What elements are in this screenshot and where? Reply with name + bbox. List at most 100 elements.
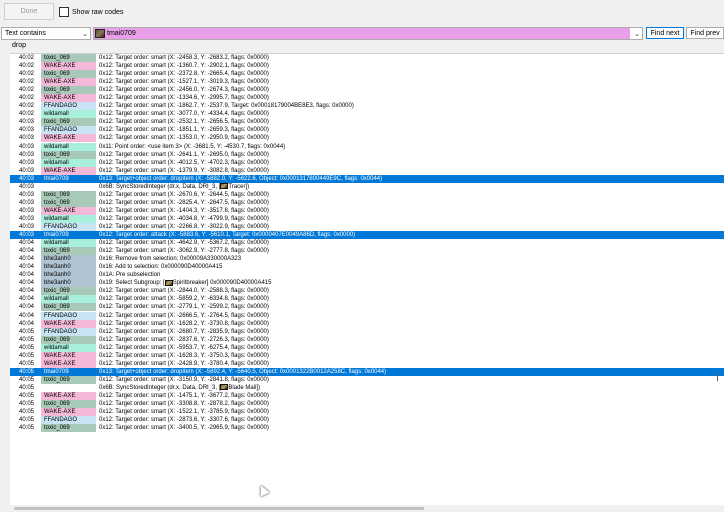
filter-mode-select[interactable]: Text contains ⌄ xyxy=(1,27,91,40)
log-row[interactable]: 40:03 WAKE-AXE 0x12: Target order: smart (… xyxy=(10,134,724,143)
log-row[interactable]: 40:03 toxic_069 0x12: Target order: smart … xyxy=(10,198,724,207)
log-row[interactable]: 40:04 bhe3anh0 0x16: Add to selection: 0x0… xyxy=(10,263,724,272)
log-row[interactable]: 40:05 toxic_069 0x12: Target order: smart … xyxy=(10,335,724,344)
log-row[interactable]: 40:03 tmai0709 0x12: Target order: attack … xyxy=(10,231,724,240)
search-input[interactable]: tmai0709 ⌄ xyxy=(93,27,643,40)
log-row[interactable]: 40:04 toxic_069 0x12: Target order: smart … xyxy=(10,247,724,256)
log-row[interactable]: 40:02 wildamall 0x12: Target order: smart … xyxy=(10,110,724,119)
find-prev-button[interactable]: Find prev xyxy=(686,27,724,39)
text-cursor-icon xyxy=(717,371,718,381)
log-row-player: toxic_069 xyxy=(41,424,96,433)
log-row[interactable]: 40:05 toxic_069 0x12: Target order: smart … xyxy=(10,375,724,384)
log-row[interactable]: 40:03 toxic_069 0x12: Target order: smart … xyxy=(10,118,724,127)
log-row-message: 0x12: Target order: smart (X: -2666.5, Y… xyxy=(99,312,269,319)
log-row[interactable]: 40:03 WAKE-AXE 0x12: Target order: smart (… xyxy=(10,206,724,215)
log-row-player: toxic_069 xyxy=(41,287,96,296)
log-row[interactable]: 40:04 wildamall 0x12: Target order: smart … xyxy=(10,239,724,248)
log-row-message: 0x12: Target order: smart (X: -2428.9, Y… xyxy=(99,360,269,367)
log-row-time: 40:05 xyxy=(19,392,35,399)
log-row-player: bhe3anh0 xyxy=(41,255,96,264)
log-row-player: wildamall xyxy=(41,142,96,151)
log-row-message: 0x12: Target order: smart (X: -2670.6, Y… xyxy=(99,191,269,198)
log-row-time: 40:04 xyxy=(19,296,35,303)
show-raw-codes-toggle[interactable]: Show raw codes xyxy=(59,6,123,18)
filter-bar: Text contains ⌄ tmai0709 ⌄ Find next Fin… xyxy=(0,26,724,42)
log-row-message: 0x1A: Pre subselection xyxy=(99,272,161,279)
chevron-down-icon: ⌄ xyxy=(82,31,88,38)
show-raw-codes-checkbox[interactable] xyxy=(59,7,69,17)
log-row[interactable]: 40:05 0x6B: SyncStoredInteger (dr.x, Data… xyxy=(10,384,724,392)
log-row[interactable]: 40:05 tmai0709 0x13: Target+object order: … xyxy=(10,367,724,376)
log-row-player: wildamall xyxy=(41,239,96,248)
log-row-time: 40:03 xyxy=(19,119,35,126)
show-raw-codes-label: Show raw codes xyxy=(72,8,124,16)
log-row[interactable]: 40:04 toxic_069 0x12: Target order: smart … xyxy=(10,287,724,296)
log-row[interactable]: 40:02 WAKE-AXE 0x12: Target order: smart (… xyxy=(10,62,724,71)
log-row-time: 40:04 xyxy=(19,264,35,271)
log-row[interactable]: 40:03 WAKE-AXE 0x12: Target order: smart (… xyxy=(10,166,724,175)
log-row-time: 40:03 xyxy=(19,191,35,198)
log-row[interactable]: 40:03 wildamall 0x12: Target order: smart … xyxy=(10,158,724,167)
log-row[interactable]: 40:05 FFANDAGO 0x12: Target order: smart (… xyxy=(10,327,724,336)
log-row-message: 0x12: Target order: smart (X: -2458.3, Y… xyxy=(99,55,269,61)
log-row-message: 0x12: Target order: smart (X: -3150.9, Y… xyxy=(99,376,269,383)
log-row[interactable]: 40:02 WAKE-AXE 0x12: Target order: smart (… xyxy=(10,78,724,87)
log-row[interactable]: 40:05 toxic_069 0x12: Target order: smart … xyxy=(10,400,724,409)
log-row[interactable]: 40:02 WAKE-AXE 0x12: Target order: smart (… xyxy=(10,94,724,103)
log-row[interactable]: 40:02 toxic_069 0x12: Target order: smart … xyxy=(10,86,724,95)
log-row-player: toxic_069 xyxy=(41,198,96,207)
filter-tag-label: drop xyxy=(12,42,27,49)
log-row[interactable]: 40:04 bhe3anh0 0x16: Remove from selection… xyxy=(10,255,724,264)
log-row[interactable]: 40:05 WAKE-AXE 0x12: Target order: smart (… xyxy=(10,391,724,400)
log-row[interactable]: 40:02 toxic_069 0x12: Target order: smart … xyxy=(10,70,724,79)
log-row-time: 40:05 xyxy=(19,409,35,416)
log-row-time: 40:03 xyxy=(19,151,35,158)
log-row[interactable]: 40:03 0x6B: SyncStoredInteger (dr.x, Data… xyxy=(10,183,724,191)
log-row[interactable]: 40:05 WAKE-AXE 0x12: Target order: smart (… xyxy=(10,359,724,368)
log-row[interactable]: 40:03 FFANDAGO 0x12: Target order: smart (… xyxy=(10,222,724,231)
log-row[interactable]: 40:05 wildamall 0x12: Target order: smart … xyxy=(10,343,724,352)
search-dropdown-chevron-icon[interactable]: ⌄ xyxy=(634,30,640,38)
log-row-player: bhe3anh0 xyxy=(41,271,96,280)
action-log-list[interactable]: 40:02 toxic_069 0x12: Target order: smart … xyxy=(10,53,724,506)
log-row-player: FFANDAGO xyxy=(41,327,96,336)
log-row[interactable]: 40:02 FFANDAGO 0x12: Target order: smart (… xyxy=(10,102,724,111)
log-row[interactable]: 40:03 wildamall 0x11: Point order: <use it… xyxy=(10,142,724,151)
log-row[interactable]: 40:04 wildamall 0x12: Target order: smart … xyxy=(10,295,724,304)
log-row-time: 40:04 xyxy=(19,280,35,287)
log-row-player: toxic_069 xyxy=(41,375,96,384)
log-row-time: 40:03 xyxy=(19,232,35,239)
log-row[interactable]: 40:05 WAKE-AXE 0x12: Target order: smart (… xyxy=(10,408,724,417)
log-row-player: wildamall xyxy=(41,110,96,119)
log-row[interactable]: 40:04 bhe3anh0 0x1A: Pre subselection xyxy=(10,271,724,280)
log-row-time: 40:05 xyxy=(19,376,35,383)
log-row[interactable]: 40:03 wildamall 0x12: Target order: smart … xyxy=(10,214,724,223)
log-row[interactable]: 40:04 toxic_069 0x12: Target order: smart … xyxy=(10,303,724,312)
log-row[interactable]: 40:03 tmai0709 0x13: Target+object order: … xyxy=(10,174,724,183)
log-row[interactable]: 40:04 bhe3anh0 0x19: Select Subgroup: [Spi… xyxy=(10,279,724,288)
log-row-player: toxic_069 xyxy=(41,303,96,312)
done-button[interactable]: Done xyxy=(4,3,54,20)
log-row[interactable]: 40:03 FFANDAGO 0x12: Target order: smart (… xyxy=(10,126,724,135)
horizontal-scrollbar-thumb[interactable] xyxy=(14,507,424,510)
log-row-player: WAKE-AXE xyxy=(41,94,96,103)
find-next-button[interactable]: Find next xyxy=(646,27,684,39)
log-row-player: toxic_069 xyxy=(41,247,96,256)
log-row-message: 0x11: Point order: <use item 3> (X: -368… xyxy=(99,143,286,150)
log-row-time: 40:04 xyxy=(19,288,35,295)
log-row[interactable]: 40:05 toxic_069 0x12: Target order: smart … xyxy=(10,424,724,433)
log-row[interactable]: 40:02 toxic_069 0x12: Target order: smart … xyxy=(10,54,724,62)
log-row[interactable]: 40:05 FFANDAGO 0x12: Target order: smart (… xyxy=(10,416,724,425)
log-row[interactable]: 40:05 WAKE-AXE 0x12: Target order: smart (… xyxy=(10,351,724,360)
log-row-player: tmai0709 xyxy=(44,368,69,375)
log-row-player: WAKE-AXE xyxy=(41,351,96,360)
log-row[interactable]: 40:03 toxic_069 0x12: Target order: smart … xyxy=(10,190,724,199)
log-row-time: 40:02 xyxy=(19,111,35,118)
hero-portrait-icon xyxy=(95,29,105,38)
log-row-player: WAKE-AXE xyxy=(41,166,96,175)
log-row[interactable]: 40:04 WAKE-AXE 0x12: Target order: smart (… xyxy=(10,319,724,328)
log-row[interactable]: 40:04 FFANDAGO 0x12: Target order: smart (… xyxy=(10,311,724,320)
log-row-message-suffix: Spiritbreaker] 0x000090D40000A415 xyxy=(172,280,272,287)
horizontal-scrollbar[interactable] xyxy=(10,505,724,512)
log-row[interactable]: 40:03 toxic_069 0x12: Target order: smart … xyxy=(10,150,724,159)
